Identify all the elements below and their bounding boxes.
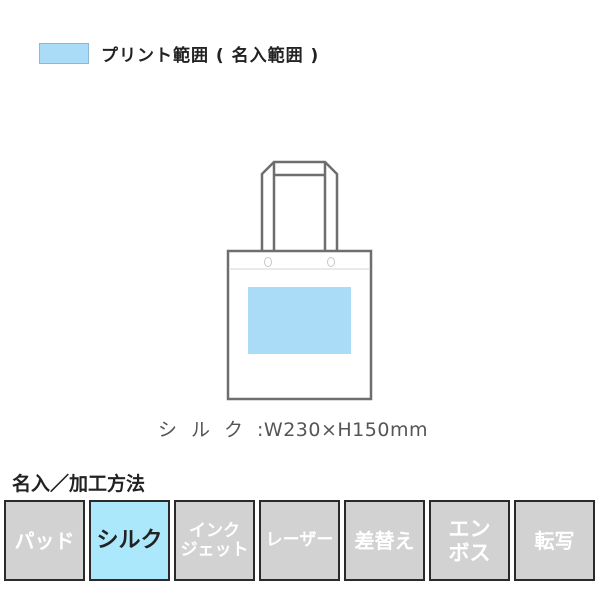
print-area	[248, 287, 351, 354]
method-button-replace[interactable]: 差替え	[344, 500, 425, 581]
method-button-emboss[interactable]: エン ボス	[429, 500, 510, 581]
dims-method: シルク	[158, 419, 258, 441]
method-button-laser[interactable]: レーザー	[259, 500, 340, 581]
method-button-pad[interactable]: パッド	[4, 500, 85, 581]
print-dimensions: シルク:W230×H150mm	[158, 415, 428, 442]
method-button-group: パッド シルク インク ジェット レーザー 差替え エン ボス 転写	[4, 500, 595, 581]
dims-separator: :	[257, 419, 264, 441]
method-button-transfer[interactable]: 転写	[514, 500, 595, 581]
method-button-inkjet[interactable]: インク ジェット	[174, 500, 255, 581]
method-button-silk[interactable]: シルク	[89, 500, 170, 581]
methods-section-title: 名入／加工方法	[12, 473, 146, 495]
dims-size: W230×H150mm	[263, 419, 428, 441]
bag-handle	[260, 160, 339, 251]
